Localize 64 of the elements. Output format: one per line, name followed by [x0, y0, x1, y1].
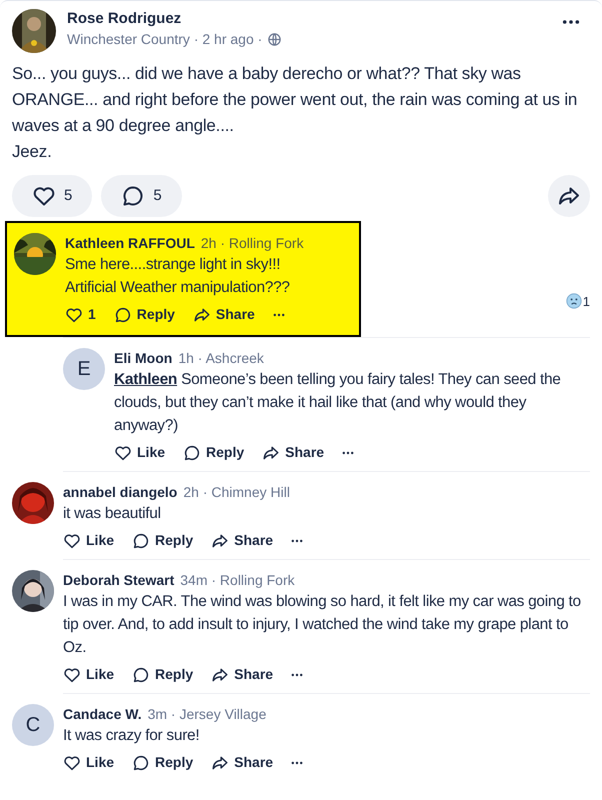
comment-text: I was in my CAR. The wind was blowing so hard, it felt like my car was going to tip over. And, to add insult to injury, I watched the wind take my grape plant to Oz.: [63, 592, 582, 658]
avatar-initial: C: [12, 704, 54, 746]
post-text: So... you guys... did we have a baby derecho or what?? That sky was ORANGE... and right before the power went out, the rain was coming at us in waves at a 90 degree angle.... Jeez.: [11, 63, 578, 163]
mention-link[interactable]: Kathleen: [114, 371, 178, 388]
commenter-name[interactable]: Candace W.: [63, 704, 142, 724]
comment-text: It was crazy for sure!: [63, 726, 200, 746]
commenter-name[interactable]: Kathleen RAFFOUL: [65, 233, 195, 253]
reply-button[interactable]: Reply: [132, 752, 194, 773]
heart-icon: [63, 754, 81, 772]
more-button[interactable]: [291, 672, 304, 676]
comment-meta: 3m · Jersey Village: [148, 705, 266, 724]
more-button[interactable]: [291, 538, 304, 542]
reply-button[interactable]: Reply: [114, 304, 175, 325]
post-meta: Winchester Country · 2 hr ago ·: [67, 30, 262, 49]
reply-button[interactable]: Reply: [132, 530, 194, 551]
share-button[interactable]: Share: [192, 304, 255, 325]
reply-button[interactable]: Reply: [132, 664, 194, 685]
comment-icon: [132, 754, 150, 772]
commenter-name[interactable]: Deborah Stewart: [63, 570, 174, 590]
reply-button[interactable]: Reply: [183, 442, 244, 463]
share-button[interactable]: Share: [211, 752, 274, 773]
comment-text: it was beautiful: [63, 504, 162, 524]
avatar-initial: E: [63, 348, 105, 390]
more-button[interactable]: [342, 450, 354, 454]
like-button[interactable]: Like: [114, 442, 166, 463]
comment-icon: [132, 532, 150, 550]
share-icon: [262, 444, 280, 462]
heart-icon: [63, 666, 81, 684]
more-button[interactable]: [272, 312, 285, 316]
share-icon: [211, 754, 230, 772]
share-button[interactable]: Share: [211, 664, 274, 685]
heart-icon: [114, 444, 132, 462]
comment-icon: [183, 444, 202, 462]
commenter-name[interactable]: Eli Moon: [114, 348, 172, 368]
comment-meta: 34m · Rolling Fork: [180, 571, 295, 590]
heart-icon: [65, 306, 83, 324]
like-button[interactable]: 5: [12, 175, 92, 217]
share-icon: [211, 666, 230, 684]
comment-meta: 2h · Rolling Fork: [200, 234, 304, 253]
comment-text: Sme here....strange light in sky!!! Artificial Weather manipulation???: [65, 255, 291, 298]
share-button[interactable]: Share: [262, 442, 324, 463]
share-icon: [192, 306, 211, 324]
reaction-count: 1: [582, 292, 590, 310]
share-icon: [211, 532, 230, 550]
more-button[interactable]: [291, 760, 304, 764]
like-button[interactable]: Like: [63, 530, 114, 551]
author-name[interactable]: Rose Rodriguez: [67, 9, 282, 29]
like-button[interactable]: 1: [65, 304, 96, 325]
comment-icon: [121, 184, 146, 208]
comment-button[interactable]: 5: [101, 175, 182, 217]
share-button[interactable]: [548, 175, 590, 217]
commenter-name[interactable]: annabel diangelo: [63, 482, 178, 502]
comment-text: Kathleen Someone’s been telling you fairy tales! They can seed the clouds, but they can’t make it hail like that (and why would they anyway?): [114, 370, 562, 436]
share-button[interactable]: Share: [211, 530, 274, 551]
comment-icon: [132, 666, 150, 684]
like-button[interactable]: Like: [63, 664, 114, 685]
comment-meta: 2h · Chimney Hill: [183, 483, 290, 502]
heart-icon: [63, 532, 81, 550]
sad-face-icon: [566, 293, 582, 310]
like-button[interactable]: Like: [63, 752, 114, 773]
globe-icon: [267, 32, 282, 46]
comment-meta: 1h · Ashcreek: [178, 349, 264, 368]
comment-icon: [114, 306, 132, 324]
more-button[interactable]: [562, 19, 580, 25]
